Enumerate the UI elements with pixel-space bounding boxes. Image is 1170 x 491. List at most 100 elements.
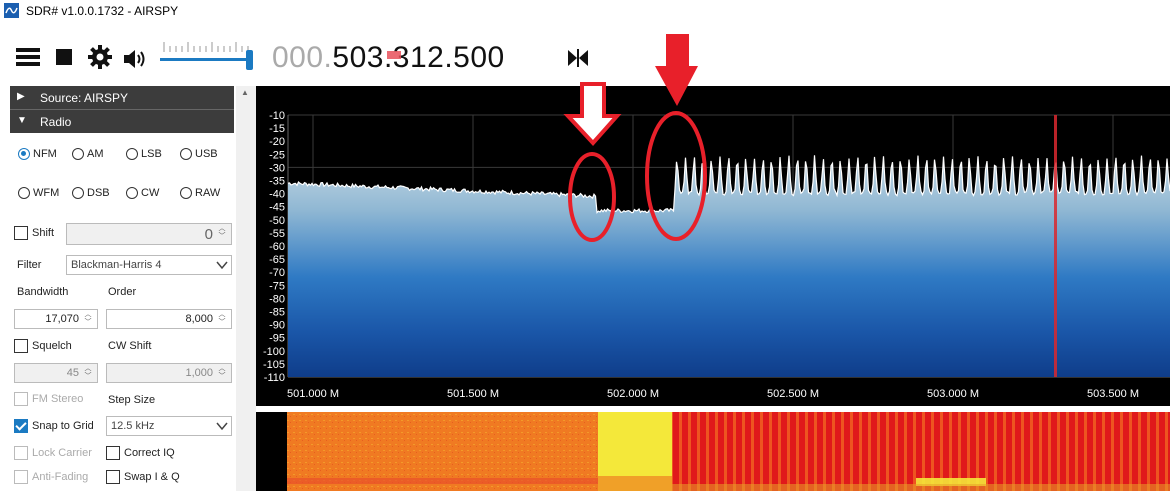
mode-radio-usb[interactable]: USB	[180, 148, 218, 160]
spectrum-analyzer[interactable]: -10-15-20-25-30-35-40-45-50-55-60-65-70-…	[256, 86, 1170, 406]
y-tick-label: -100	[263, 346, 285, 358]
radio-dot	[180, 187, 192, 199]
source-header-label: Source: AIRSPY	[40, 91, 129, 105]
spin-arrows-icon[interactable]: ︿ ﹀	[215, 225, 229, 241]
mode-radio-cw[interactable]: CW	[126, 187, 159, 199]
radio-section-header[interactable]: ▼ Radio	[10, 110, 234, 133]
panel-scrollbar[interactable]: ▲	[236, 86, 256, 491]
bandwidth-label: Bandwidth	[17, 286, 69, 298]
shift-checkbox[interactable]: Shift	[14, 226, 54, 240]
y-tick-label: -35	[269, 176, 285, 188]
antifading-label: Anti-Fading	[32, 471, 89, 483]
frequency-leading-digits: 000.	[272, 41, 333, 74]
swapiq-checkbox[interactable]: Swap I & Q	[106, 470, 180, 484]
snap-label: Snap to Grid	[32, 420, 94, 432]
mode-label: USB	[195, 148, 218, 160]
y-tick-label: -65	[269, 254, 285, 266]
y-tick-label: -10	[269, 110, 285, 122]
fmstereo-checkbox[interactable]: FM Stereo	[14, 392, 83, 406]
chevron-down-icon	[216, 422, 228, 431]
mode-radio-am[interactable]: AM	[72, 148, 104, 160]
y-tick-label: -20	[269, 136, 285, 148]
squelch-checkbox[interactable]: Squelch	[14, 339, 72, 353]
y-tick-label: -105	[263, 359, 285, 371]
squelch-input[interactable]: 45 ︿ ﹀	[14, 363, 98, 383]
x-tick-label: 503.500 M	[1087, 388, 1139, 400]
y-tick-label: -80	[269, 293, 285, 305]
filter-value: Blackman-Harris 4	[71, 259, 162, 271]
checkbox-box	[106, 446, 120, 460]
spin-arrows-icon[interactable]: ︿ ﹀	[81, 365, 95, 381]
spin-arrows-icon[interactable]: ︿ ﹀	[215, 365, 229, 381]
mode-label: AM	[87, 148, 104, 160]
source-section-header[interactable]: ▶ Source: AIRSPY	[10, 86, 234, 109]
swapiq-label: Swap I & Q	[124, 471, 180, 483]
mode-radio-raw[interactable]: RAW	[180, 187, 220, 199]
mode-radio-lsb[interactable]: LSB	[126, 148, 162, 160]
y-tick-label: -15	[269, 123, 285, 135]
snap-to-grid-checkbox[interactable]: Snap to Grid	[14, 419, 94, 433]
bandwidth-value: 17,070	[45, 313, 79, 325]
menu-icon[interactable]	[15, 44, 41, 70]
checkbox-box	[14, 392, 28, 406]
mode-radio-wfm[interactable]: WFM	[18, 187, 59, 199]
mode-label: NFM	[33, 148, 57, 160]
mode-radio-nfm[interactable]: NFM	[18, 148, 57, 160]
tuning-marker[interactable]	[1054, 115, 1057, 377]
x-tick-label: 502.000 M	[607, 388, 659, 400]
x-tick-label: 501.500 M	[447, 388, 499, 400]
filter-select[interactable]: Blackman-Harris 4	[66, 255, 232, 275]
waterfall-display[interactable]	[256, 412, 1170, 491]
radio-dot	[126, 187, 138, 199]
correctiq-checkbox[interactable]: Correct IQ	[106, 446, 175, 460]
radio-dot	[126, 148, 138, 160]
y-tick-label: -30	[269, 162, 285, 174]
radio-header-label: Radio	[40, 115, 72, 129]
stop-icon[interactable]	[52, 44, 78, 70]
stepsize-value: 12.5 kHz	[111, 420, 155, 432]
radio-dot	[72, 148, 84, 160]
mode-label: DSB	[87, 187, 110, 199]
y-tick-label: -85	[269, 307, 285, 319]
spin-arrows-icon[interactable]: ︿ ﹀	[81, 311, 95, 327]
fmstereo-label: FM Stereo	[32, 393, 84, 405]
mode-label: LSB	[141, 148, 162, 160]
checkbox-box	[14, 470, 28, 484]
waterfall-bright-block	[598, 412, 672, 476]
cwshift-value: 1,000	[185, 367, 213, 379]
center-tune-icon[interactable]	[566, 46, 590, 70]
cwshift-input[interactable]: 1,000 ︿ ﹀	[106, 363, 232, 383]
radio-dot	[18, 187, 30, 199]
mode-radio-dsb[interactable]: DSB	[72, 187, 110, 199]
y-tick-label: -60	[269, 241, 285, 253]
y-tick-label: -55	[269, 228, 285, 240]
y-tick-label: -40	[269, 189, 285, 201]
expand-arrow-icon: ▶	[17, 91, 25, 102]
window-title: SDR# v1.0.0.1732 - AIRSPY	[26, 4, 179, 18]
x-tick-label: 502.500 M	[767, 388, 819, 400]
squelch-value: 45	[66, 367, 79, 379]
checkbox-box	[14, 419, 28, 433]
y-tick-label: -90	[269, 320, 285, 332]
x-tick-label: 503.000 M	[927, 388, 979, 400]
mode-label: WFM	[33, 187, 60, 199]
shift-value: 0	[204, 226, 213, 243]
shift-input[interactable]: 0 ︿ ﹀	[66, 223, 232, 245]
mode-label: RAW	[195, 187, 221, 199]
antifading-checkbox[interactable]: Anti-Fading	[14, 470, 88, 484]
filter-label: Filter	[17, 259, 42, 271]
lockcarrier-label: Lock Carrier	[32, 447, 92, 459]
gear-icon[interactable]	[87, 44, 113, 70]
y-tick-label: -75	[269, 280, 285, 292]
lockcarrier-checkbox[interactable]: Lock Carrier	[14, 446, 92, 460]
x-tick-label: 501.000 M	[287, 388, 339, 400]
bandwidth-input[interactable]: 17,070 ︿ ﹀	[14, 309, 98, 329]
y-tick-label: -25	[269, 149, 285, 161]
title-bar: SDR# v1.0.0.1732 - AIRSPY	[0, 0, 1170, 24]
order-label: Order	[108, 286, 137, 298]
volume-slider[interactable]	[160, 40, 254, 80]
stepsize-select[interactable]: 12.5 kHz	[106, 416, 232, 436]
spin-arrows-icon[interactable]: ︿ ﹀	[215, 311, 229, 327]
order-input[interactable]: 8,000 ︿ ﹀	[106, 309, 232, 329]
speaker-icon[interactable]	[122, 46, 150, 72]
